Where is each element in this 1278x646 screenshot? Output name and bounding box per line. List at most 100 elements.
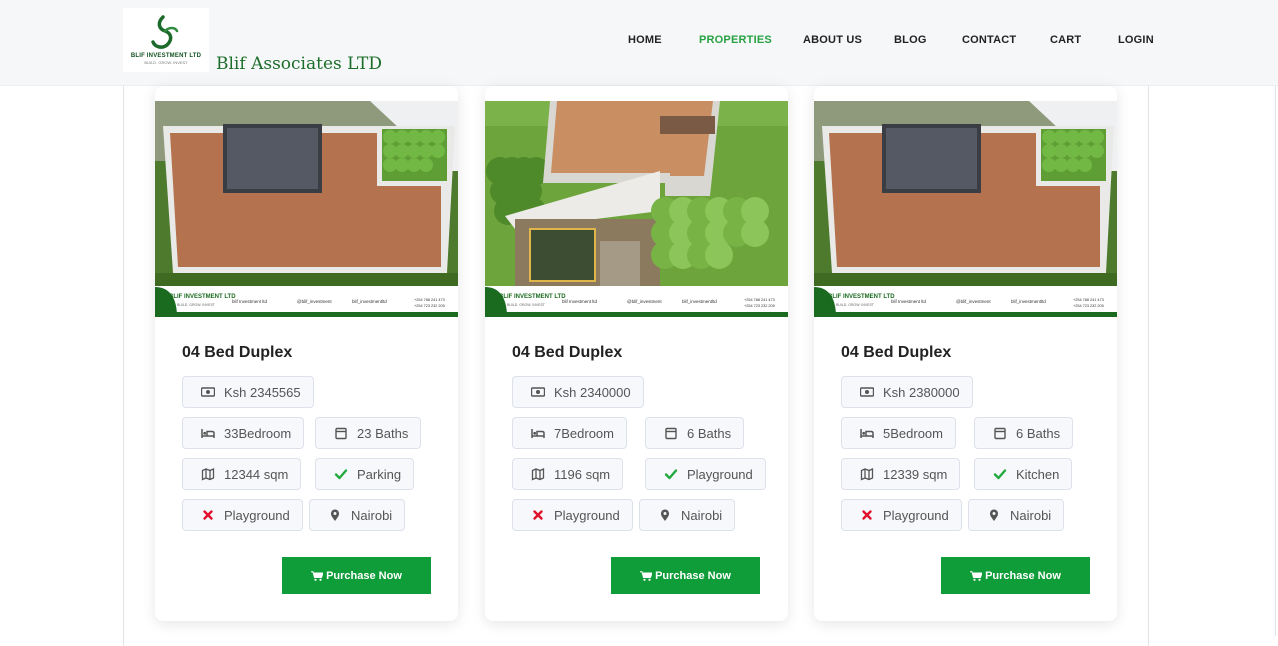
svg-text:+254 788 241 473: +254 788 241 473	[744, 298, 775, 302]
check-icon	[334, 469, 348, 480]
cross-icon	[533, 510, 543, 520]
cart-icon	[970, 570, 983, 581]
price-chip: Ksh 2340000	[512, 376, 644, 408]
nav-cart[interactable]: CART	[1050, 34, 1081, 46]
feature-no-value: Playground	[883, 507, 949, 523]
purchase-label: Purchase Now	[655, 569, 731, 582]
feature-no-value: Playground	[554, 507, 620, 523]
logo-text: BLIF INVESTMENT LTD	[130, 53, 202, 59]
purchase-now-button[interactable]: Purchase Now	[282, 557, 431, 594]
map-icon	[201, 468, 215, 481]
feature-no-chip: Playground	[512, 499, 633, 531]
svg-text:blif Investment ltd: blif Investment ltd	[562, 299, 598, 304]
baths-chip: 23 Baths	[315, 417, 422, 449]
svg-text:BUILD. GROW. INVEST: BUILD. GROW. INVEST	[836, 303, 875, 307]
site-logo[interactable]: BLIF INVESTMENT LTD BUILD. GROW. INVEST	[123, 8, 209, 72]
property-image[interactable]: BLIF INVESTMENT LTD BUILD. GROW. INVEST bl…	[155, 101, 458, 317]
baths-value: 6 Baths	[687, 425, 732, 441]
property-title: 04 Bed Duplex	[841, 344, 952, 361]
site-header: BLIF INVESTMENT LTD BUILD. GROW. INVEST …	[0, 0, 1278, 86]
purchase-now-button[interactable]: Purchase Now	[941, 557, 1090, 594]
map-marker-icon	[331, 509, 339, 521]
svg-text:blif_investmentltd: blif_investmentltd	[682, 299, 717, 304]
location-value: Nairobi	[1010, 507, 1052, 523]
brand-name[interactable]: Blif Associates LTD	[216, 54, 382, 74]
nav-login[interactable]: LOGIN	[1118, 34, 1154, 46]
feature-yes-chip: Parking	[315, 458, 415, 490]
bed-icon	[860, 429, 874, 438]
area-chip: 1196 sqm	[512, 458, 624, 490]
nav-about-us[interactable]: ABOUT US	[803, 34, 862, 46]
feature-no-value: Playground	[224, 507, 290, 523]
cross-icon	[203, 510, 213, 520]
svg-text:@blif_investment: @blif_investment	[627, 299, 662, 304]
cross-icon	[862, 510, 872, 520]
feature-yes-value: Parking	[357, 466, 402, 482]
property-title: 04 Bed Duplex	[512, 344, 623, 361]
property-image[interactable]: BLIF INVESTMENT LTD BUILD. GROW. INVEST bl…	[814, 101, 1117, 317]
cart-icon	[311, 570, 324, 581]
price-value: Ksh 2340000	[554, 384, 631, 400]
baths-chip: 6 Baths	[974, 417, 1074, 449]
check-icon	[993, 469, 1007, 480]
bed-icon	[531, 429, 545, 438]
svg-text:blif_investmentltd: blif_investmentltd	[1011, 299, 1046, 304]
property-image[interactable]: BLIF INVESTMENT LTD BUILD. GROW. INVEST bl…	[485, 101, 788, 317]
bed-icon	[201, 429, 215, 438]
price-chip: Ksh 2345565	[182, 376, 314, 408]
price-chip: Ksh 2380000	[841, 376, 973, 408]
map-marker-icon	[661, 509, 669, 521]
bedrooms-chip: 33Bedroom	[182, 417, 305, 449]
property-title: 04 Bed Duplex	[182, 344, 293, 361]
svg-text:@blif_investment: @blif_investment	[956, 299, 991, 304]
svg-text:BUILD. GROW. INVEST: BUILD. GROW. INVEST	[507, 303, 546, 307]
property-card-1: BLIF INVESTMENT LTD BUILD. GROW. INVEST bl…	[155, 86, 458, 621]
bedrooms-value: 5Bedroom	[883, 425, 943, 441]
cart-icon	[640, 570, 653, 581]
bedrooms-chip: 7Bedroom	[512, 417, 627, 449]
purchase-label: Purchase Now	[985, 569, 1061, 582]
bedrooms-chip: 5Bedroom	[841, 417, 956, 449]
location-chip: Nairobi	[309, 499, 406, 531]
location-chip: Nairobi	[968, 499, 1065, 531]
area-chip: 12344 sqm	[182, 458, 302, 490]
purchase-now-button[interactable]: Purchase Now	[611, 557, 760, 594]
money-icon	[860, 387, 874, 397]
svg-text:blif_investmentltd: blif_investmentltd	[352, 299, 387, 304]
price-value: Ksh 2345565	[224, 384, 301, 400]
feature-no-chip: Playground	[182, 499, 303, 531]
svg-text:BUILD. GROW. INVEST: BUILD. GROW. INVEST	[177, 303, 216, 307]
check-icon	[664, 469, 678, 480]
property-card-3: BLIF INVESTMENT LTD BUILD. GROW. INVEST bl…	[814, 86, 1117, 621]
area-value: 12344 sqm	[224, 466, 289, 482]
area-chip: 12339 sqm	[841, 458, 961, 490]
svg-text:blif Investment ltd: blif Investment ltd	[232, 299, 268, 304]
feature-yes-value: Kitchen	[1016, 466, 1060, 482]
nav-blog[interactable]: BLOG	[894, 34, 927, 46]
map-icon	[531, 468, 545, 481]
property-card-2: BLIF INVESTMENT LTD BUILD. GROW. INVEST bl…	[485, 86, 788, 621]
svg-text:+254 723 232 205: +254 723 232 205	[744, 304, 775, 308]
nav-contact[interactable]: CONTACT	[962, 34, 1016, 46]
bedrooms-value: 33Bedroom	[224, 425, 292, 441]
feature-yes-chip: Kitchen	[974, 458, 1073, 490]
location-chip: Nairobi	[639, 499, 736, 531]
baths-value: 23 Baths	[357, 425, 409, 441]
nav-home[interactable]: HOME	[628, 34, 662, 46]
baths-chip: 6 Baths	[645, 417, 745, 449]
roof-deck-view: BLIF INVESTMENT LTD BUILD. GROW. INVEST bl…	[155, 101, 458, 317]
location-value: Nairobi	[351, 507, 393, 523]
money-icon	[531, 387, 545, 397]
svg-text:@blif_investment: @blif_investment	[297, 299, 332, 304]
feature-no-chip: Playground	[841, 499, 962, 531]
nav-properties[interactable]: PROPERTIES	[699, 34, 772, 46]
page-divider	[1275, 86, 1276, 636]
svg-text:BLIF INVESTMENT LTD: BLIF INVESTMENT LTD	[169, 294, 236, 300]
feature-yes-value: Playground	[687, 466, 753, 482]
svg-text:blif Investment ltd: blif Investment ltd	[891, 299, 927, 304]
map-icon	[860, 468, 874, 481]
roof-deck-view: BLIF INVESTMENT LTD BUILD. GROW. INVEST bl…	[814, 101, 1117, 317]
bedrooms-value: 7Bedroom	[554, 425, 614, 441]
logo-tagline: BUILD. GROW. INVEST	[144, 60, 188, 65]
svg-text:+254 788 241 473: +254 788 241 473	[414, 298, 445, 302]
